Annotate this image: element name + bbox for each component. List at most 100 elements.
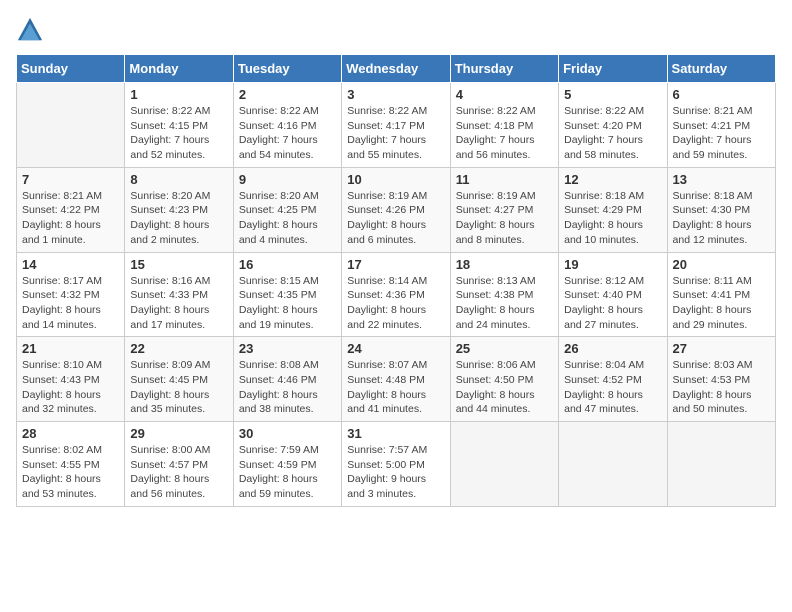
day-info: Sunrise: 8:22 AM Sunset: 4:16 PM Dayligh… bbox=[239, 104, 336, 163]
calendar-week-row: 1 Sunrise: 8:22 AM Sunset: 4:15 PM Daylig… bbox=[17, 83, 776, 168]
day-number: 23 bbox=[239, 341, 336, 356]
day-of-week-sunday: Sunday bbox=[17, 55, 125, 83]
calendar-cell: 24 Sunrise: 8:07 AM Sunset: 4:48 PM Dayli… bbox=[342, 337, 450, 422]
calendar-week-row: 21 Sunrise: 8:10 AM Sunset: 4:43 PM Dayli… bbox=[17, 337, 776, 422]
calendar-cell: 16 Sunrise: 8:15 AM Sunset: 4:35 PM Dayli… bbox=[233, 252, 341, 337]
day-info: Sunrise: 7:59 AM Sunset: 4:59 PM Dayligh… bbox=[239, 443, 336, 502]
day-info: Sunrise: 8:11 AM Sunset: 4:41 PM Dayligh… bbox=[673, 274, 770, 333]
day-number: 30 bbox=[239, 426, 336, 441]
day-info: Sunrise: 8:18 AM Sunset: 4:30 PM Dayligh… bbox=[673, 189, 770, 248]
calendar-cell: 4 Sunrise: 8:22 AM Sunset: 4:18 PM Daylig… bbox=[450, 83, 558, 168]
day-number: 26 bbox=[564, 341, 661, 356]
day-number: 6 bbox=[673, 87, 770, 102]
day-number: 8 bbox=[130, 172, 227, 187]
day-number: 25 bbox=[456, 341, 553, 356]
calendar-cell: 22 Sunrise: 8:09 AM Sunset: 4:45 PM Dayli… bbox=[125, 337, 233, 422]
day-info: Sunrise: 8:18 AM Sunset: 4:29 PM Dayligh… bbox=[564, 189, 661, 248]
day-info: Sunrise: 8:19 AM Sunset: 4:26 PM Dayligh… bbox=[347, 189, 444, 248]
day-info: Sunrise: 8:00 AM Sunset: 4:57 PM Dayligh… bbox=[130, 443, 227, 502]
day-info: Sunrise: 8:16 AM Sunset: 4:33 PM Dayligh… bbox=[130, 274, 227, 333]
day-number: 5 bbox=[564, 87, 661, 102]
calendar-cell: 3Sunrise: 8:22 AM Sunset: 4:17 PM Daylig… bbox=[342, 83, 450, 168]
calendar-cell: 29 Sunrise: 8:00 AM Sunset: 4:57 PM Dayli… bbox=[125, 422, 233, 507]
calendar-cell: 5 Sunrise: 8:22 AM Sunset: 4:20 PM Daylig… bbox=[559, 83, 667, 168]
day-info: Sunrise: 8:06 AM Sunset: 4:50 PM Dayligh… bbox=[456, 358, 553, 417]
day-info: Sunrise: 8:02 AM Sunset: 4:55 PM Dayligh… bbox=[22, 443, 119, 502]
day-number: 28 bbox=[22, 426, 119, 441]
day-of-week-monday: Monday bbox=[125, 55, 233, 83]
day-number: 20 bbox=[673, 257, 770, 272]
calendar-cell: 28 Sunrise: 8:02 AM Sunset: 4:55 PM Dayli… bbox=[17, 422, 125, 507]
day-number: 16 bbox=[239, 257, 336, 272]
calendar-cell: 1 Sunrise: 8:22 AM Sunset: 4:15 PM Daylig… bbox=[125, 83, 233, 168]
day-number: 27 bbox=[673, 341, 770, 356]
day-info: Sunrise: 8:22 AM Sunset: 4:20 PM Dayligh… bbox=[564, 104, 661, 163]
day-number: 7 bbox=[22, 172, 119, 187]
calendar-cell bbox=[17, 83, 125, 168]
day-info: Sunrise: 8:03 AM Sunset: 4:53 PM Dayligh… bbox=[673, 358, 770, 417]
day-number: 10 bbox=[347, 172, 444, 187]
calendar-cell bbox=[667, 422, 775, 507]
day-info: Sunrise: 8:21 AM Sunset: 4:21 PM Dayligh… bbox=[673, 104, 770, 163]
day-info: Sunrise: 8:15 AM Sunset: 4:35 PM Dayligh… bbox=[239, 274, 336, 333]
day-info: Sunrise: 8:12 AM Sunset: 4:40 PM Dayligh… bbox=[564, 274, 661, 333]
day-info: Sunrise: 7:57 AM Sunset: 5:00 PM Dayligh… bbox=[347, 443, 444, 502]
day-info: Sunrise: 8:20 AM Sunset: 4:25 PM Dayligh… bbox=[239, 189, 336, 248]
logo-icon bbox=[16, 16, 44, 44]
day-info: Sunrise: 8:19 AM Sunset: 4:27 PM Dayligh… bbox=[456, 189, 553, 248]
day-number: 22 bbox=[130, 341, 227, 356]
calendar-week-row: 7 Sunrise: 8:21 AM Sunset: 4:22 PM Daylig… bbox=[17, 167, 776, 252]
day-number: 13 bbox=[673, 172, 770, 187]
calendar-cell: 20 Sunrise: 8:11 AM Sunset: 4:41 PM Dayli… bbox=[667, 252, 775, 337]
day-number: 12 bbox=[564, 172, 661, 187]
calendar-cell: 7 Sunrise: 8:21 AM Sunset: 4:22 PM Daylig… bbox=[17, 167, 125, 252]
day-number: 29 bbox=[130, 426, 227, 441]
day-number: 3 bbox=[347, 87, 444, 102]
calendar-cell bbox=[450, 422, 558, 507]
day-of-week-thursday: Thursday bbox=[450, 55, 558, 83]
calendar-cell: 18 Sunrise: 8:13 AM Sunset: 4:38 PM Dayli… bbox=[450, 252, 558, 337]
day-number: 17 bbox=[347, 257, 444, 272]
day-info: Sunrise: 8:22 AM Sunset: 4:18 PM Dayligh… bbox=[456, 104, 553, 163]
day-info: Sunrise: 8:13 AM Sunset: 4:38 PM Dayligh… bbox=[456, 274, 553, 333]
day-info: Sunrise: 8:04 AM Sunset: 4:52 PM Dayligh… bbox=[564, 358, 661, 417]
calendar-cell: 19 Sunrise: 8:12 AM Sunset: 4:40 PM Dayli… bbox=[559, 252, 667, 337]
day-info: Sunrise: 8:22 AM Sunset: 4:15 PM Dayligh… bbox=[130, 104, 227, 163]
day-number: 2 bbox=[239, 87, 336, 102]
day-info: Sunrise: 8:14 AM Sunset: 4:36 PM Dayligh… bbox=[347, 274, 444, 333]
day-number: 15 bbox=[130, 257, 227, 272]
day-number: 1 bbox=[130, 87, 227, 102]
day-number: 9 bbox=[239, 172, 336, 187]
day-info: Sunrise: 8:08 AM Sunset: 4:46 PM Dayligh… bbox=[239, 358, 336, 417]
calendar-cell: 30 Sunrise: 7:59 AM Sunset: 4:59 PM Dayli… bbox=[233, 422, 341, 507]
calendar-cell: 26 Sunrise: 8:04 AM Sunset: 4:52 PM Dayli… bbox=[559, 337, 667, 422]
day-of-week-saturday: Saturday bbox=[667, 55, 775, 83]
calendar-cell: 25 Sunrise: 8:06 AM Sunset: 4:50 PM Dayli… bbox=[450, 337, 558, 422]
logo bbox=[16, 16, 48, 44]
day-number: 24 bbox=[347, 341, 444, 356]
calendar: SundayMondayTuesdayWednesdayThursdayFrid… bbox=[16, 54, 776, 507]
calendar-cell bbox=[559, 422, 667, 507]
calendar-cell: 10 Sunrise: 8:19 AM Sunset: 4:26 PM Dayli… bbox=[342, 167, 450, 252]
calendar-cell: 27 Sunrise: 8:03 AM Sunset: 4:53 PM Dayli… bbox=[667, 337, 775, 422]
calendar-cell: 14Sunrise: 8:17 AM Sunset: 4:32 PM Dayli… bbox=[17, 252, 125, 337]
day-number: 19 bbox=[564, 257, 661, 272]
day-number: 21 bbox=[22, 341, 119, 356]
day-info: Sunrise: 8:20 AM Sunset: 4:23 PM Dayligh… bbox=[130, 189, 227, 248]
day-info: Sunrise: 8:07 AM Sunset: 4:48 PM Dayligh… bbox=[347, 358, 444, 417]
day-of-week-friday: Friday bbox=[559, 55, 667, 83]
day-info: Sunrise: 8:09 AM Sunset: 4:45 PM Dayligh… bbox=[130, 358, 227, 417]
day-number: 31 bbox=[347, 426, 444, 441]
calendar-cell: 11Sunrise: 8:19 AM Sunset: 4:27 PM Dayli… bbox=[450, 167, 558, 252]
page-header bbox=[16, 16, 776, 44]
calendar-cell: 23 Sunrise: 8:08 AM Sunset: 4:46 PM Dayli… bbox=[233, 337, 341, 422]
day-info: Sunrise: 8:10 AM Sunset: 4:43 PM Dayligh… bbox=[22, 358, 119, 417]
day-number: 18 bbox=[456, 257, 553, 272]
day-info: Sunrise: 8:17 AM Sunset: 4:32 PM Dayligh… bbox=[22, 274, 119, 333]
calendar-week-row: 28 Sunrise: 8:02 AM Sunset: 4:55 PM Dayli… bbox=[17, 422, 776, 507]
day-number: 4 bbox=[456, 87, 553, 102]
day-of-week-tuesday: Tuesday bbox=[233, 55, 341, 83]
calendar-cell: 12 Sunrise: 8:18 AM Sunset: 4:29 PM Dayli… bbox=[559, 167, 667, 252]
calendar-header-row: SundayMondayTuesdayWednesdayThursdayFrid… bbox=[17, 55, 776, 83]
day-info: Sunrise: 8:21 AM Sunset: 4:22 PM Dayligh… bbox=[22, 189, 119, 248]
